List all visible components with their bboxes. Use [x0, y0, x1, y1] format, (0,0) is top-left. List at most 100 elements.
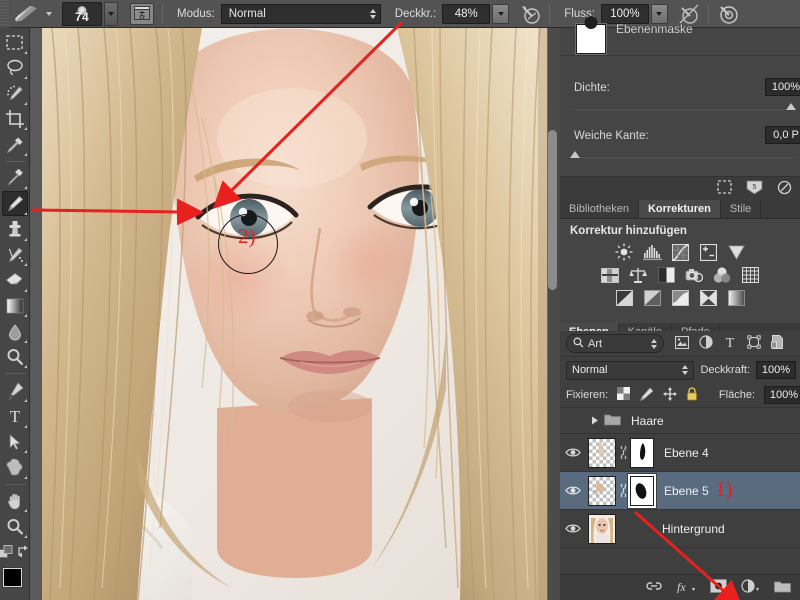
exposure-icon[interactable] — [699, 243, 718, 261]
layer-name[interactable]: Hintergrund — [662, 522, 725, 536]
chevron-down-icon[interactable] — [46, 11, 52, 16]
layer-name[interactable]: Ebene 4 — [664, 446, 709, 460]
custom-shape-tool[interactable] — [2, 455, 28, 480]
smart-object-filter-icon[interactable] — [771, 335, 784, 352]
history-brush-tool[interactable] — [2, 243, 28, 268]
layer-opacity-value[interactable]: 100% — [756, 361, 796, 379]
layer-filter-type-select[interactable]: Art — [566, 334, 664, 353]
density-value[interactable]: 100% — [765, 78, 800, 96]
blend-mode-select[interactable]: Normal — [220, 3, 381, 24]
add-layer-mask-icon[interactable] — [710, 579, 727, 596]
rectangular-marquee-tool[interactable] — [2, 30, 28, 55]
layer-visibility-toggle[interactable] — [560, 447, 586, 458]
pixel-layers-filter-icon[interactable] — [674, 335, 690, 352]
adjustment-layers-filter-icon[interactable] — [699, 335, 713, 352]
layer-row-ebene-4[interactable]: Ebene 4 — [560, 434, 800, 472]
opacity-input[interactable]: 48% — [442, 3, 491, 24]
blur-tool[interactable] — [2, 319, 28, 344]
color-lookup-icon[interactable] — [741, 266, 760, 284]
crop-tool[interactable] — [2, 107, 28, 132]
layer-row-hintergrund[interactable]: Hintergrund — [560, 510, 800, 548]
feather-slider-track[interactable] — [574, 156, 794, 158]
layer-visibility-toggle[interactable] — [560, 523, 586, 534]
fill-value[interactable]: 100% — [764, 386, 800, 404]
layer-thumbnail[interactable] — [588, 513, 616, 544]
tab-korrekturen[interactable]: Korrekturen — [638, 200, 721, 218]
lock-position-icon[interactable] — [663, 386, 678, 404]
smoothing-icon[interactable] — [717, 3, 739, 25]
hand-tool[interactable] — [2, 489, 28, 514]
tab-bibliotheken[interactable]: Bibliotheken — [560, 200, 639, 218]
spot-healing-brush-tool[interactable] — [2, 166, 28, 191]
dodge-tool[interactable] — [2, 345, 28, 370]
tab-stile[interactable]: Stile — [720, 200, 762, 218]
type-tool[interactable]: T — [2, 404, 28, 429]
brush-preset-picker[interactable]: 74 — [62, 1, 102, 26]
document-canvas-area[interactable]: 2) — [30, 28, 560, 600]
brightness-contrast-icon[interactable] — [615, 243, 634, 261]
vibrance-icon[interactable] — [727, 243, 746, 261]
brush-panel-icon[interactable] — [130, 2, 154, 25]
group-expand-arrow-icon[interactable] — [586, 416, 604, 425]
layer-thumbnail[interactable] — [588, 475, 616, 506]
flow-input[interactable]: 100% — [600, 3, 649, 24]
opacity-slider-caret[interactable] — [492, 3, 510, 24]
canvas-vertical-scrollbar-track[interactable] — [548, 28, 557, 600]
link-mask-icon[interactable] — [616, 484, 630, 497]
channel-mixer-icon[interactable] — [713, 266, 732, 284]
density-slider-track[interactable] — [574, 108, 794, 110]
tablet-pressure-opacity-icon[interactable] — [519, 3, 541, 25]
brush-tool[interactable] — [1, 191, 28, 216]
link-mask-icon[interactable] — [616, 446, 630, 459]
layer-blend-mode-select[interactable]: Normal — [566, 360, 695, 380]
curves-icon[interactable] — [671, 243, 690, 261]
feather-value[interactable]: 0,0 P — [765, 126, 800, 144]
type-layers-filter-icon[interactable]: T — [723, 335, 737, 352]
apply-mask-icon[interactable]: 5 — [746, 180, 763, 198]
flow-slider-caret[interactable] — [650, 3, 668, 24]
path-selection-tool[interactable] — [2, 430, 28, 455]
invert-icon[interactable] — [615, 289, 634, 307]
lock-transparency-icon[interactable] — [617, 387, 631, 403]
options-bar-grip[interactable] — [0, 0, 9, 28]
lock-image-icon[interactable] — [639, 386, 654, 404]
layer-name[interactable]: Haare — [631, 414, 664, 428]
brush-tool-icon[interactable] — [13, 2, 39, 26]
load-selection-icon[interactable] — [717, 180, 732, 197]
photo-filter-icon[interactable] — [685, 266, 704, 284]
feather-slider-knob[interactable] — [570, 151, 580, 158]
levels-icon[interactable] — [642, 243, 662, 261]
layer-mask-thumbnail[interactable] — [576, 24, 606, 54]
eyedropper-tool[interactable] — [2, 132, 28, 157]
layer-visibility-toggle[interactable] — [560, 485, 586, 496]
selective-color-icon[interactable] — [727, 289, 746, 307]
swap-colors-icon[interactable] — [17, 545, 30, 561]
new-group-icon[interactable] — [774, 580, 791, 596]
layer-name[interactable]: Ebene 5 — [664, 484, 709, 498]
default-colors-icon[interactable] — [0, 544, 13, 562]
posterize-icon[interactable] — [643, 289, 662, 307]
hue-saturation-icon[interactable] — [601, 266, 620, 284]
lock-all-icon[interactable] — [686, 386, 698, 404]
foreground-color-swatch[interactable] — [2, 567, 22, 587]
layer-row-ebene-5[interactable]: Ebene 5 1) — [560, 472, 800, 510]
layer-mask-thumbnail[interactable] — [630, 475, 654, 506]
eraser-tool[interactable] — [2, 268, 28, 293]
quick-selection-tool[interactable] — [2, 81, 28, 106]
lasso-tool[interactable] — [2, 56, 28, 81]
layer-mask-thumbnail[interactable] — [630, 437, 654, 468]
black-white-icon[interactable] — [657, 266, 676, 284]
density-slider-knob[interactable] — [786, 103, 796, 110]
gradient-map-icon[interactable] — [699, 289, 718, 307]
document-window[interactable]: 2) — [42, 28, 547, 600]
threshold-icon[interactable] — [671, 289, 690, 307]
color-balance-icon[interactable] — [629, 266, 648, 284]
link-layers-icon[interactable] — [646, 581, 662, 594]
zoom-tool[interactable] — [2, 514, 28, 539]
layer-style-fx-icon[interactable]: fx — [676, 580, 696, 596]
canvas-vertical-scrollbar[interactable] — [548, 130, 557, 290]
brush-preset-caret[interactable] — [104, 1, 118, 26]
pen-tool[interactable] — [2, 378, 28, 403]
clone-stamp-tool[interactable] — [2, 217, 28, 242]
layer-row-haare[interactable]: Haare — [560, 408, 800, 434]
